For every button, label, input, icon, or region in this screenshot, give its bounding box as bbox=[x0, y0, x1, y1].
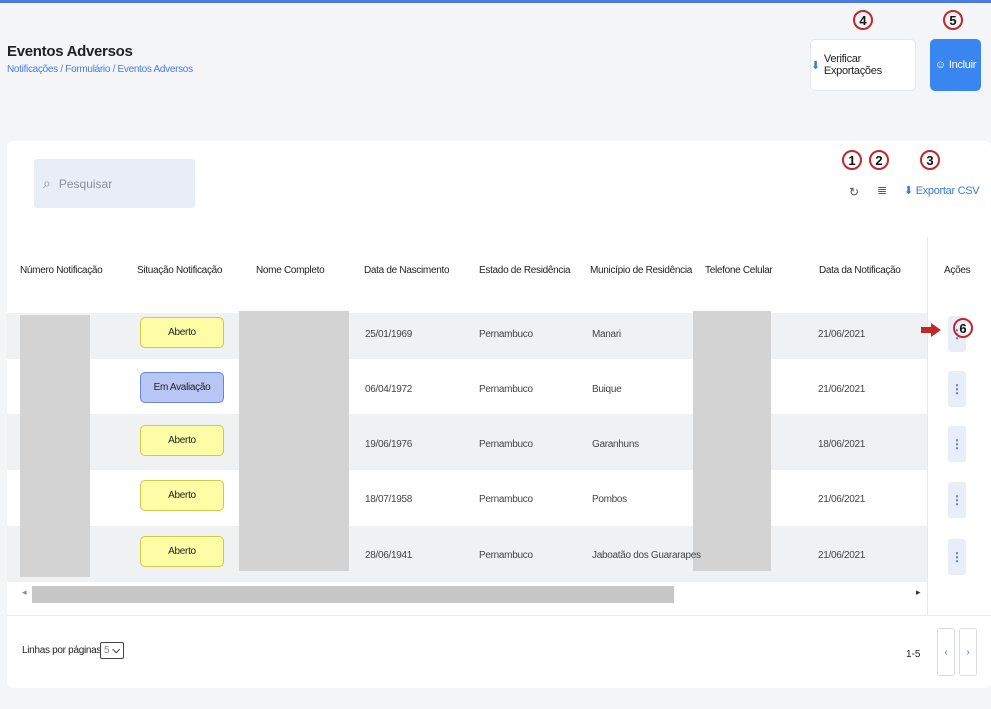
breadcrumb[interactable]: Notificações / Formulário / Eventos Adve… bbox=[7, 64, 193, 75]
column-header-status[interactable]: Situação Notificação bbox=[137, 265, 222, 276]
more-vertical-icon: ⋮ bbox=[951, 550, 963, 564]
redacted-names bbox=[239, 311, 349, 571]
annotation-marker-2: 2 bbox=[869, 150, 889, 170]
rows-per-page-label: Linhas por páginas bbox=[22, 645, 102, 656]
status-badge: Aberto bbox=[140, 425, 224, 456]
verify-exports-button[interactable]: ⬇ Verificar Exportações bbox=[810, 39, 916, 91]
export-csv-button[interactable]: ⬇ Exportar CSV bbox=[904, 184, 980, 197]
annotation-marker-5: 5 bbox=[943, 10, 963, 30]
notification-date-cell: 18/06/2021 bbox=[818, 439, 866, 450]
user-icon: ☺ bbox=[934, 59, 946, 71]
pagination-range: 1-5 bbox=[906, 649, 921, 660]
chevron-right-icon: › bbox=[966, 646, 970, 658]
row-actions-button[interactable]: ⋮ bbox=[948, 371, 966, 407]
column-header-birth-date[interactable]: Data de Nascimento bbox=[364, 265, 450, 276]
column-header-state[interactable]: Estado de Residência bbox=[479, 265, 571, 276]
more-vertical-icon: ⋮ bbox=[951, 493, 963, 507]
status-badge: Aberto bbox=[140, 536, 224, 567]
annotation-marker-1: 1 bbox=[842, 150, 862, 170]
scroll-left-arrow-icon[interactable]: ◂ bbox=[22, 587, 27, 598]
annotation-marker-4: 4 bbox=[853, 10, 873, 30]
birth-date-cell: 25/01/1969 bbox=[365, 329, 413, 340]
cloud-download-icon: ⬇ bbox=[904, 185, 913, 197]
notification-date-cell: 21/06/2021 bbox=[818, 494, 866, 505]
search-icon: ⌕ bbox=[43, 175, 51, 191]
scrollbar-thumb[interactable] bbox=[32, 586, 674, 603]
row-actions-button[interactable]: ⋮ bbox=[948, 482, 966, 518]
notification-date-cell: 21/06/2021 bbox=[818, 329, 866, 340]
notification-date-cell: 21/06/2021 bbox=[818, 384, 866, 395]
row-actions-button[interactable]: ⋮ bbox=[948, 539, 966, 575]
rows-per-page-select[interactable]: 5 ⌵ bbox=[100, 642, 124, 659]
row-actions-button[interactable]: ⋮ bbox=[948, 426, 966, 462]
column-header-name[interactable]: Nome Completo bbox=[256, 265, 325, 276]
page-title: Eventos Adversos bbox=[7, 43, 133, 60]
export-csv-label: Exportar CSV bbox=[915, 185, 980, 197]
birth-date-cell: 06/04/1972 bbox=[365, 384, 413, 395]
arrow-right-icon bbox=[921, 323, 941, 337]
notification-date-cell: 21/06/2021 bbox=[818, 550, 866, 561]
annotation-marker-6: 6 bbox=[953, 318, 973, 338]
column-header-number[interactable]: Número Notificação bbox=[20, 265, 103, 276]
scroll-right-arrow-icon[interactable]: ▸ bbox=[916, 587, 921, 598]
next-page-button[interactable]: › bbox=[959, 628, 977, 676]
search-box[interactable]: ⌕ bbox=[34, 159, 195, 208]
state-cell: Pernambuco bbox=[479, 329, 533, 340]
redacted-notification-numbers bbox=[20, 315, 90, 577]
column-header-actions: Ações bbox=[944, 265, 971, 276]
actions-column-divider bbox=[927, 237, 928, 615]
more-vertical-icon: ⋮ bbox=[951, 437, 963, 451]
birth-date-cell: 28/06/1941 bbox=[365, 550, 413, 561]
filter-icon[interactable]: ≣ bbox=[877, 183, 887, 197]
column-header-notification-date[interactable]: Data da Notificação bbox=[819, 265, 901, 276]
chevron-down-icon: ⌵ bbox=[112, 645, 120, 656]
verify-exports-label: Verificar Exportações bbox=[823, 53, 882, 77]
status-badge: Em Avaliação bbox=[140, 372, 224, 403]
search-input[interactable] bbox=[58, 176, 169, 191]
status-badge: Aberto bbox=[140, 480, 224, 511]
redacted-phones bbox=[693, 311, 771, 571]
city-cell: Buique bbox=[592, 384, 622, 395]
cloud-download-icon: ⬇ bbox=[811, 59, 820, 72]
footer-divider bbox=[7, 615, 991, 616]
rows-per-page-value: 5 bbox=[104, 645, 110, 656]
status-badge: Aberto bbox=[140, 317, 224, 348]
include-button[interactable]: ☺ Incluir bbox=[930, 39, 981, 91]
refresh-icon[interactable]: ↻ bbox=[849, 185, 859, 199]
birth-date-cell: 19/06/1976 bbox=[365, 439, 413, 450]
state-cell: Pernambuco bbox=[479, 439, 533, 450]
state-cell: Pernambuco bbox=[479, 550, 533, 561]
annotation-marker-3: 3 bbox=[920, 150, 940, 170]
chevron-left-icon: ‹ bbox=[944, 646, 948, 658]
more-vertical-icon: ⋮ bbox=[951, 382, 963, 396]
city-cell: Jaboatão dos Guararapes bbox=[592, 550, 701, 561]
column-header-city[interactable]: Município de Residência bbox=[590, 265, 692, 276]
column-header-phone[interactable]: Telefone Celular bbox=[705, 265, 773, 276]
previous-page-button[interactable]: ‹ bbox=[937, 628, 955, 676]
state-cell: Pernambuco bbox=[479, 384, 533, 395]
top-accent-bar bbox=[0, 0, 991, 3]
state-cell: Pernambuco bbox=[479, 494, 533, 505]
city-cell: Manari bbox=[592, 329, 621, 340]
city-cell: Garanhuns bbox=[592, 439, 639, 450]
city-cell: Pombos bbox=[592, 494, 627, 505]
include-label: Incluir bbox=[948, 59, 977, 71]
birth-date-cell: 18/07/1958 bbox=[365, 494, 413, 505]
